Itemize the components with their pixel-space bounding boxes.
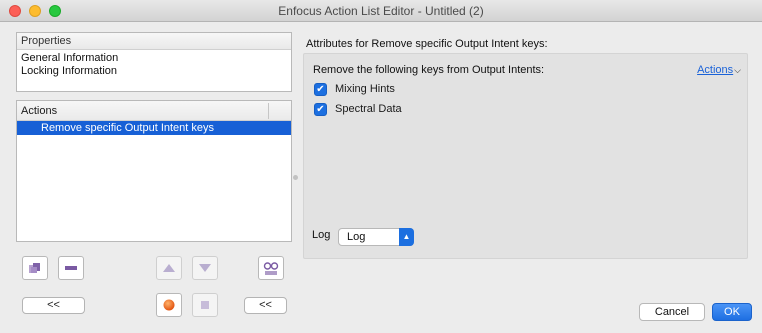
run-button[interactable] [156,293,182,317]
spectral-data-row[interactable]: ✔ Spectral Data [314,102,402,116]
spectral-data-checkbox[interactable]: ✔ [314,102,327,116]
attributes-title: Attributes for Remove specific Output In… [306,38,548,50]
collapse-left-button[interactable]: << [22,297,85,314]
mixing-hints-checkbox[interactable]: ✔ [314,82,327,96]
properties-header: Properties [17,33,291,50]
cancel-button[interactable]: Cancel [639,303,705,321]
chevron-down-icon: ⌵ [734,65,741,75]
actions-header-label: Actions [21,105,58,117]
remove-action-button[interactable] [58,256,84,280]
actions-menu-link[interactable]: Actions⌵ [697,64,741,76]
actions-header[interactable]: Actions [17,101,291,121]
move-up-button[interactable] [156,256,182,280]
add-action-icon [29,263,40,273]
log-select-value: Log [347,231,366,243]
properties-item-general[interactable]: General Information [17,52,291,65]
collapse-mid-button[interactable]: << [244,297,287,314]
arrow-down-icon [199,264,211,272]
stop-icon [201,301,209,309]
minus-icon [65,266,77,270]
add-action-button[interactable] [22,256,48,280]
orange-ball-icon [163,299,175,311]
mixing-hints-row[interactable]: ✔ Mixing Hints [314,82,395,96]
select-arrows-icon: ▲︎ [399,228,414,246]
actions-link-label: Actions [697,64,734,76]
mixing-hints-label: Mixing Hints [335,83,395,95]
properties-panel: Properties General Information Locking I… [16,32,292,92]
arrow-up-icon [163,264,175,272]
stop-button[interactable] [192,293,218,317]
preview-button[interactable] [258,256,284,280]
glasses-icon [263,262,279,275]
column-separator [268,103,269,119]
move-down-button[interactable] [192,256,218,280]
log-label: Log [312,229,331,241]
attributes-panel: Remove the following keys from Output In… [303,53,748,259]
properties-item-locking[interactable]: Locking Information [17,65,291,78]
log-select[interactable]: Log ▲︎ [338,228,414,246]
splitter-handle[interactable] [293,175,298,180]
ok-button[interactable]: OK [712,303,752,321]
action-item-remove-output-intent-keys[interactable]: Remove specific Output Intent keys [17,121,291,135]
title-bar: Enfocus Action List Editor - Untitled (2… [0,0,762,22]
actions-panel: Actions Remove specific Output Intent ke… [16,100,292,242]
remove-keys-label: Remove the following keys from Output In… [313,64,545,76]
window-title: Enfocus Action List Editor - Untitled (2… [278,4,484,18]
spectral-data-label: Spectral Data [335,103,402,115]
